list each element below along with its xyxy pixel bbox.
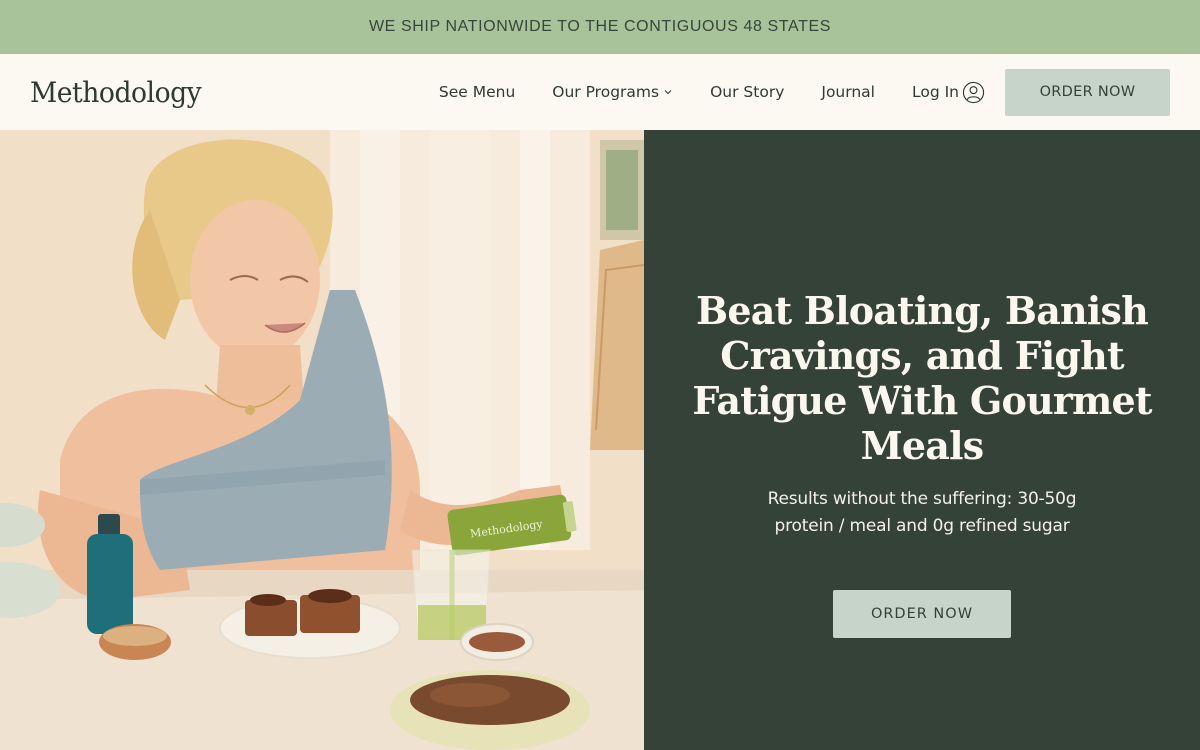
nav-see-menu[interactable]: See Menu — [439, 83, 515, 101]
nav-see-menu-label: See Menu — [438, 83, 516, 101]
hero-panel: Beat Bloating, Banish Cravings, and Figh… — [644, 130, 1200, 750]
chevron-down-icon — [664, 90, 672, 95]
logo[interactable]: Methodology — [30, 76, 202, 109]
hero-headline: Beat Bloating, Banish Cravings, and Figh… — [692, 288, 1152, 468]
header-order-now-button[interactable]: ORDER NOW — [1005, 68, 1170, 116]
nav-journal[interactable]: Journal — [821, 83, 875, 101]
hero-subhead: Results without the suffering: 30-50g pr… — [767, 489, 1077, 536]
site-header: Methodology See Menu Our Programs Our St… — [0, 54, 1200, 130]
announcement-text: WE SHIP NATIONWIDE TO THE CONTIGUOUS 48 … — [368, 18, 832, 35]
user-circle-icon — [962, 81, 985, 103]
nav-our-story[interactable]: Our Story — [710, 83, 784, 101]
announcement-bar: WE SHIP NATIONWIDE TO THE CONTIGUOUS 48 … — [0, 0, 1200, 54]
hero-image: Methodology — [0, 130, 644, 750]
hero-order-now-button[interactable]: ORDER NOW — [833, 590, 1011, 638]
nav-our-programs[interactable]: Our Programs — [552, 83, 673, 101]
nav-journal-label: Journal — [821, 83, 875, 101]
nav-our-programs-label: Our Programs — [552, 83, 660, 101]
hero-illustration: Methodology — [0, 130, 644, 750]
login-link[interactable]: Log In — [912, 81, 985, 104]
login-label: Log In — [911, 83, 959, 101]
hero-section: Methodology Beat Bloating, Banish Cravin… — [0, 130, 1200, 750]
nav-our-story-label: Our Story — [710, 83, 785, 101]
main-nav: See Menu Our Programs Our Story Journal … — [439, 68, 1170, 116]
